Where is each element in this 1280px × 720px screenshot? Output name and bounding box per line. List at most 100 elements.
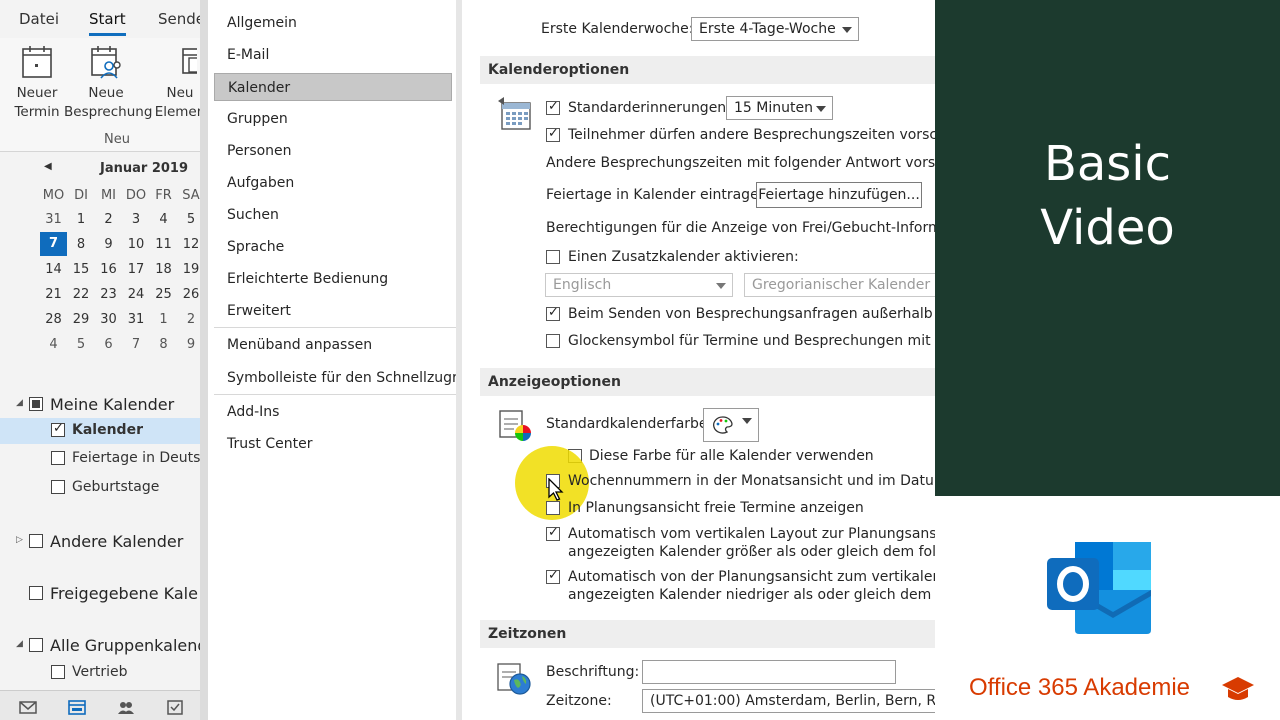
calendar-day[interactable]: 11	[150, 237, 177, 252]
auto-vertical-label-1: Automatisch vom vertikalen Layout zur Pl…	[568, 526, 936, 542]
calendar-day[interactable]: 16	[95, 262, 122, 277]
send-meeting-checkbox[interactable]	[546, 305, 560, 321]
collapse-triangle-icon[interactable]: ◢	[16, 639, 23, 649]
calendar-nav-icon[interactable]	[68, 699, 86, 715]
category-item[interactable]: Suchen	[214, 201, 452, 229]
calendar-language-dropdown[interactable]: Englisch	[545, 273, 733, 297]
tab-datei[interactable]: Datei	[19, 10, 59, 28]
category-item[interactable]: Add-Ins	[214, 398, 452, 426]
calendar-day[interactable]: 29	[68, 312, 95, 327]
calendar-day[interactable]: 5	[68, 337, 95, 352]
category-item[interactable]: Personen	[214, 137, 452, 165]
calendar-day[interactable]: 2	[95, 212, 122, 227]
planning-free-checkbox[interactable]	[546, 501, 560, 515]
auto-planning-checkbox[interactable]	[546, 568, 560, 584]
auto-vertical-checkbox[interactable]	[546, 525, 560, 541]
calendar-day[interactable]: 1	[68, 212, 95, 227]
calendar-day[interactable]: 7	[40, 232, 67, 256]
mail-icon[interactable]	[19, 699, 37, 715]
calendar-day[interactable]: 6	[95, 337, 122, 352]
default-reminders-dropdown[interactable]: 15 Minuten	[726, 96, 833, 120]
calendar-day[interactable]: 1	[150, 312, 177, 327]
category-item[interactable]: Aufgaben	[214, 169, 452, 197]
calendar-day[interactable]: 5	[178, 212, 201, 227]
allow-attendees-checkbox[interactable]	[546, 126, 560, 142]
calendar-item-vertrieb[interactable]: Vertrieb	[0, 660, 200, 686]
calendar-day[interactable]: 21	[40, 287, 67, 302]
category-item[interactable]: Gruppen	[214, 105, 452, 133]
group-other-calendars[interactable]: ▷ Andere Kalender	[0, 527, 200, 555]
calendar-day[interactable]: 7	[123, 337, 150, 352]
timezone-dropdown[interactable]: (UTC+01:00) Amsterdam, Berlin, Bern, Rom…	[642, 689, 936, 713]
people-icon[interactable]	[117, 699, 135, 715]
calendar-day[interactable]: 18	[150, 262, 177, 277]
calendar-day[interactable]: 9	[178, 337, 201, 352]
new-appointment-button[interactable]: Neuer Termin	[12, 44, 62, 122]
calendar-settings-panel: Erste Kalenderwoche: Erste 4-Tage-Woche …	[456, 0, 936, 720]
tasks-icon[interactable]	[166, 699, 184, 715]
calendar-day[interactable]: 9	[95, 237, 122, 252]
calendar-item-geburtstage[interactable]: Geburtstage	[0, 475, 200, 501]
group-my-calendars[interactable]: ◢ Meine Kalender	[0, 390, 200, 418]
tab-senden[interactable]: Sende	[158, 10, 200, 28]
category-item[interactable]: Trust Center	[214, 430, 452, 458]
calendar-checkbox[interactable]	[51, 480, 65, 494]
calendar-day[interactable]: 31	[123, 312, 150, 327]
collapse-triangle-icon[interactable]: ◢	[16, 398, 23, 408]
add-holidays-button[interactable]: Feiertage hinzufügen...	[756, 182, 922, 208]
calendar-day[interactable]: 15	[68, 262, 95, 277]
tab-start[interactable]: Start	[89, 10, 126, 36]
calendar-day[interactable]: 10	[123, 237, 150, 252]
calendar-day[interactable]: 4	[40, 337, 67, 352]
brand-line-1: Basic	[1043, 136, 1172, 192]
calendar-day[interactable]: 2	[178, 312, 201, 327]
category-item[interactable]: Erweitert	[214, 297, 452, 325]
calendar-day[interactable]: 3	[123, 212, 150, 227]
calendar-day[interactable]: 26	[178, 287, 201, 302]
default-color-dropdown[interactable]	[703, 408, 759, 442]
calendar-day[interactable]: 4	[150, 212, 177, 227]
category-item[interactable]: Allgemein	[214, 9, 452, 37]
calendar-item-kalender[interactable]: Kalender	[0, 418, 200, 444]
calendar-item-feiertage[interactable]: Feiertage in Deutsch	[0, 446, 200, 472]
calendar-checkbox[interactable]	[51, 665, 65, 679]
category-item[interactable]: Symbolleiste für den Schnellzugriff	[214, 364, 471, 392]
category-item[interactable]: Kalender	[214, 73, 452, 101]
calendar-day[interactable]: 25	[150, 287, 177, 302]
calendar-day[interactable]: 14	[40, 262, 67, 277]
calendar-checkbox[interactable]	[51, 451, 65, 465]
group-checkbox[interactable]	[29, 397, 43, 411]
category-item[interactable]: E-Mail	[214, 41, 452, 69]
calendar-day[interactable]: 30	[95, 312, 122, 327]
calendar-day[interactable]: 8	[150, 337, 177, 352]
calendar-day[interactable]: 24	[123, 287, 150, 302]
additional-calendar-checkbox[interactable]	[546, 250, 560, 264]
first-week-dropdown[interactable]: Erste 4-Tage-Woche	[691, 17, 859, 41]
calendar-day[interactable]: 19	[178, 262, 201, 277]
category-item[interactable]: Menüband anpassen	[214, 331, 452, 359]
calendar-day[interactable]: 23	[95, 287, 122, 302]
graduation-cap-icon	[1222, 677, 1254, 700]
calendar-checkbox[interactable]	[51, 421, 65, 437]
calendar-day[interactable]: 12	[178, 237, 201, 252]
tz-caption-input[interactable]	[642, 660, 896, 684]
group-checkbox[interactable]	[29, 586, 43, 600]
calendar-type-dropdown[interactable]: Gregorianischer Kalender	[744, 273, 936, 297]
calendar-day[interactable]: 17	[123, 262, 150, 277]
group-shared-calendars[interactable]: Freigegebene Kale	[0, 579, 200, 607]
calendar-day[interactable]: 22	[68, 287, 95, 302]
new-meeting-button[interactable]: Neue Besprechung	[64, 44, 152, 122]
new-items-button[interactable]: Neu Elemen	[150, 44, 200, 122]
calendar-day[interactable]: 8	[68, 237, 95, 252]
default-reminders-checkbox[interactable]	[546, 99, 560, 115]
group-all-group-calendars[interactable]: ◢ Alle Gruppenkalend	[0, 631, 200, 659]
calendar-day[interactable]: 31	[40, 212, 67, 227]
prev-month-arrow-icon[interactable]: ◀	[44, 161, 52, 172]
category-item[interactable]: Sprache	[214, 233, 452, 261]
bell-icon-checkbox[interactable]	[546, 334, 560, 348]
group-checkbox[interactable]	[29, 534, 43, 548]
expand-triangle-icon[interactable]: ▷	[16, 535, 23, 545]
category-item[interactable]: Erleichterte Bedienung	[214, 265, 452, 293]
calendar-day[interactable]: 28	[40, 312, 67, 327]
group-checkbox[interactable]	[29, 638, 43, 652]
